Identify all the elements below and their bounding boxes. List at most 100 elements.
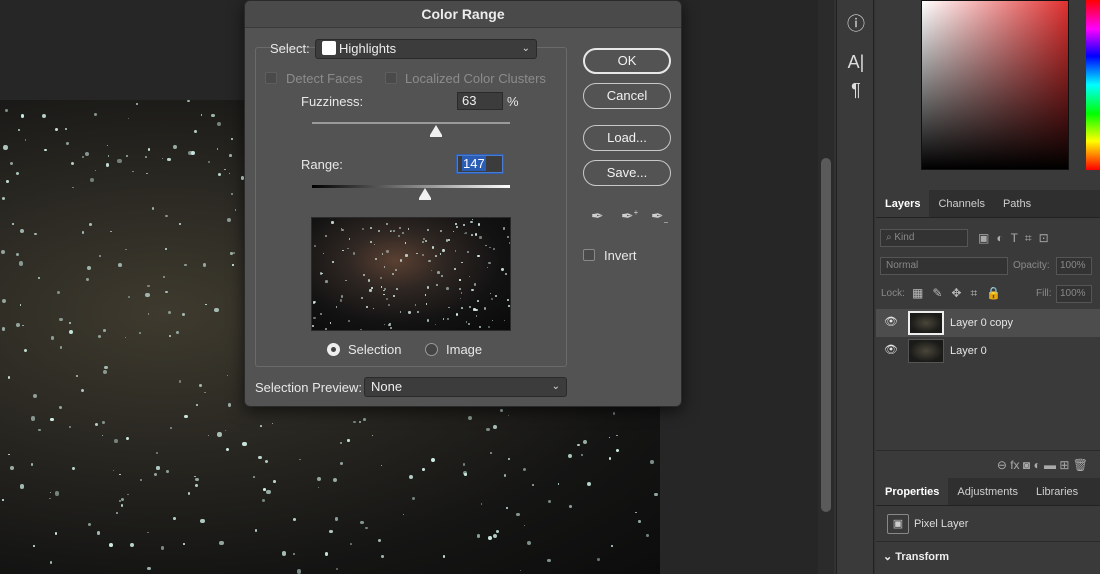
layer-row-layer-0-copy[interactable]: 👁 Layer 0 copy bbox=[876, 309, 1100, 337]
lock-icons[interactable]: ▦✎✥⌗🔒 bbox=[912, 286, 1010, 301]
eyedropper-add-icon[interactable]: ✒+ bbox=[621, 207, 638, 225]
tab-adjustments[interactable]: Adjustments bbox=[948, 478, 1027, 505]
star-dot bbox=[230, 252, 233, 255]
tab-properties[interactable]: Properties bbox=[876, 478, 949, 505]
range-slider-track[interactable] bbox=[312, 185, 510, 188]
star-dot bbox=[24, 138, 27, 141]
layer-kind-filter[interactable]: ⌕ Kind bbox=[880, 229, 968, 247]
star-dot bbox=[41, 113, 46, 118]
hue-slider[interactable] bbox=[1086, 0, 1100, 170]
range-input[interactable]: 147 bbox=[457, 155, 503, 173]
ok-button[interactable]: OK bbox=[583, 48, 671, 74]
eye-icon[interactable]: 👁 bbox=[884, 315, 898, 328]
star-dot bbox=[348, 238, 350, 240]
eyedropper-icon[interactable]: ✒ bbox=[591, 207, 604, 225]
star-dot bbox=[202, 263, 207, 267]
radio-image[interactable] bbox=[425, 343, 438, 356]
fill-field[interactable]: 100% bbox=[1056, 285, 1092, 303]
invert-checkbox[interactable] bbox=[583, 249, 595, 261]
star-dot bbox=[50, 418, 54, 422]
canvas-scrollbar-thumb[interactable] bbox=[821, 158, 831, 512]
star-dot bbox=[105, 163, 110, 167]
star-dot bbox=[324, 327, 327, 330]
select-label: Select: bbox=[270, 41, 310, 56]
tab-paths[interactable]: Paths bbox=[994, 190, 1040, 217]
fuzziness-input[interactable]: 63 bbox=[457, 92, 503, 110]
star-dot bbox=[59, 317, 63, 321]
selection-preview-dropdown[interactable]: None ⌄ bbox=[364, 377, 567, 397]
star-dot bbox=[392, 294, 396, 298]
star-dot bbox=[101, 435, 104, 437]
star-dot bbox=[580, 453, 584, 457]
selection-preview-thumbnail[interactable] bbox=[311, 217, 511, 331]
tab-libraries[interactable]: Libraries bbox=[1027, 478, 1087, 505]
eyedropper-subtract-icon[interactable]: ✒− bbox=[651, 207, 668, 227]
star-dot bbox=[347, 439, 350, 442]
star-dot bbox=[160, 546, 165, 550]
star-dot bbox=[519, 569, 522, 572]
layers-footer-icons[interactable]: ⊖ fx ◙ ◐ ▬ ⊞ 🗑 bbox=[876, 450, 1100, 478]
star-dot bbox=[350, 543, 352, 545]
star-dot bbox=[446, 287, 449, 291]
paragraph-icon[interactable]: ¶ bbox=[837, 80, 875, 101]
star-dot bbox=[229, 154, 232, 157]
star-dot bbox=[440, 274, 443, 277]
fuzziness-slider-thumb[interactable] bbox=[430, 125, 442, 137]
layer-name: Layer 0 bbox=[950, 345, 987, 357]
cancel-button[interactable]: Cancel bbox=[583, 83, 671, 109]
localized-clusters-checkbox[interactable] bbox=[385, 72, 397, 84]
star-dot bbox=[87, 265, 91, 270]
star-dot bbox=[1, 196, 6, 200]
star-dot bbox=[468, 305, 471, 308]
star-dot bbox=[435, 255, 438, 257]
detect-faces-checkbox[interactable] bbox=[265, 72, 277, 84]
star-dot bbox=[475, 314, 478, 317]
star-dot bbox=[508, 457, 510, 460]
star-dot bbox=[81, 155, 84, 158]
star-dot bbox=[130, 542, 135, 547]
star-dot bbox=[488, 261, 491, 265]
opacity-field[interactable]: 100% bbox=[1056, 257, 1092, 275]
transform-section[interactable]: ⌄ Transform bbox=[883, 550, 949, 563]
radio-selection[interactable] bbox=[327, 343, 340, 356]
range-slider-thumb[interactable] bbox=[419, 188, 431, 200]
star-dot bbox=[227, 217, 232, 222]
tab-layers[interactable]: Layers bbox=[876, 190, 930, 217]
star-dot bbox=[510, 276, 511, 278]
star-dot bbox=[389, 326, 393, 330]
star-dot bbox=[370, 227, 372, 229]
info-icon[interactable]: ⓘ bbox=[837, 10, 875, 36]
star-dot bbox=[296, 569, 302, 574]
blend-mode-select[interactable]: Normal bbox=[880, 257, 1008, 275]
layer-type-label: Pixel Layer bbox=[914, 518, 969, 530]
star-dot bbox=[156, 466, 160, 470]
save-button[interactable]: Save... bbox=[583, 160, 671, 186]
star-dot bbox=[115, 512, 118, 515]
star-dot bbox=[120, 504, 124, 507]
select-dropdown[interactable]: Highlights ⌄ bbox=[315, 39, 537, 59]
star-dot bbox=[23, 349, 27, 353]
tab-channels[interactable]: Channels bbox=[929, 190, 993, 217]
star-dot bbox=[54, 127, 59, 132]
star-dot bbox=[408, 474, 413, 479]
star-dot bbox=[20, 114, 25, 119]
star-dot bbox=[86, 278, 90, 282]
star-dot bbox=[567, 454, 573, 459]
load-button[interactable]: Load... bbox=[583, 125, 671, 151]
fuzziness-slider-track[interactable] bbox=[312, 122, 510, 124]
star-dot bbox=[262, 488, 266, 491]
eye-icon[interactable]: 👁 bbox=[884, 343, 898, 356]
dialog-title[interactable]: Color Range bbox=[245, 1, 681, 28]
color-picker-field[interactable] bbox=[921, 0, 1069, 170]
localized-clusters-label: Localized Color Clusters bbox=[405, 71, 546, 86]
layer-row-layer-0[interactable]: 👁 Layer 0 bbox=[876, 337, 1100, 365]
star-dot bbox=[446, 317, 449, 321]
star-dot bbox=[371, 286, 374, 289]
star-dot bbox=[523, 524, 526, 527]
star-dot bbox=[583, 439, 588, 444]
character-icon[interactable]: A| bbox=[837, 52, 875, 73]
star-dot bbox=[151, 207, 155, 210]
selection-preview-label: Selection Preview: bbox=[255, 380, 362, 395]
layer-filter-icons[interactable]: ▣◐T⌗⊡ bbox=[978, 231, 1056, 246]
star-dot bbox=[81, 231, 85, 234]
